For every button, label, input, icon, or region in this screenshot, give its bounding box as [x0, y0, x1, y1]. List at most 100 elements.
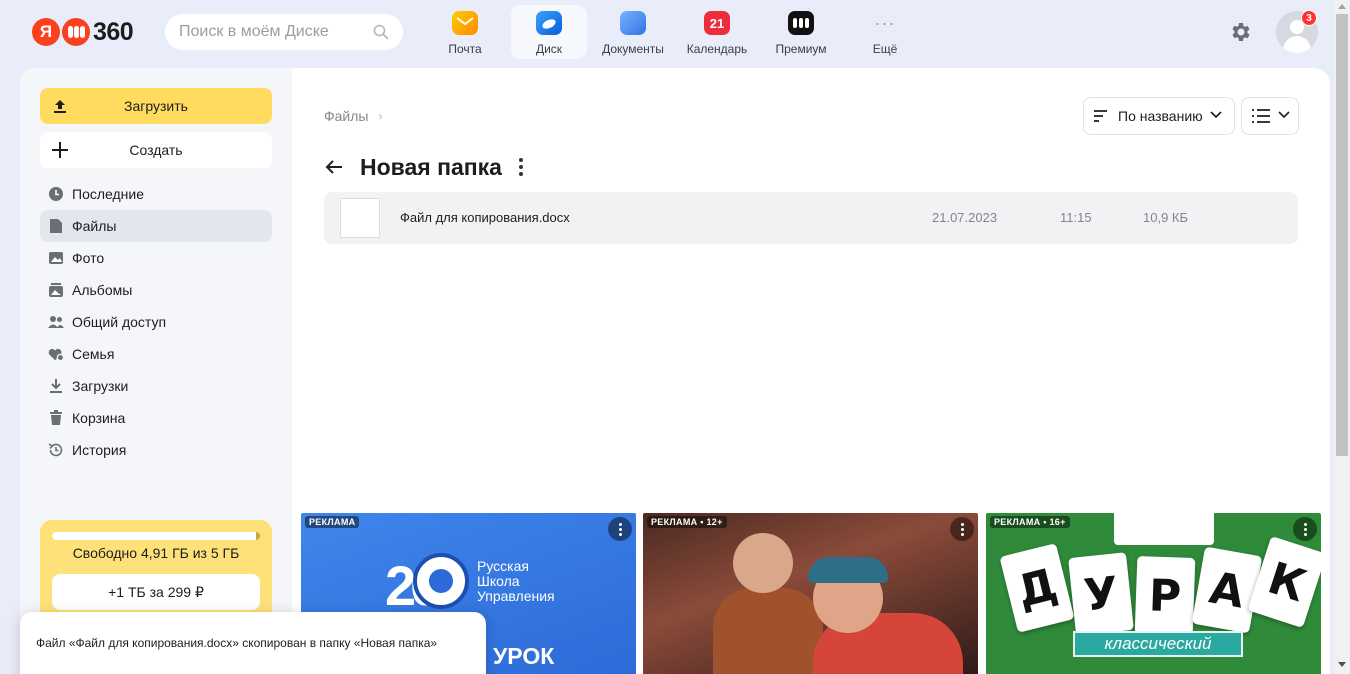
app-more[interactable]: ··· Ещё	[843, 5, 927, 59]
app-calendar[interactable]: 21 Календарь	[675, 5, 759, 59]
360-logo-icon	[62, 18, 90, 46]
sidebar: Загрузить Создать Последние Файлы Фото А…	[20, 68, 292, 674]
sidebar-item-label: Общий доступ	[72, 314, 167, 330]
sidebar-item-trash[interactable]: Корзина	[40, 402, 272, 434]
ad-label: РЕКЛАМА • 16+	[990, 516, 1070, 528]
file-thumbnail	[340, 198, 380, 238]
album-icon	[48, 282, 64, 298]
sidebar-item-family[interactable]: Семья	[40, 338, 272, 370]
premium-icon	[788, 11, 814, 35]
ad-card-letter: А	[1191, 546, 1263, 634]
header: Я 360 Почта Диск Документы 21 Календарь	[0, 0, 1334, 66]
breadcrumb-files[interactable]: Файлы	[324, 108, 368, 124]
sidebar-item-downloads[interactable]: Загрузки	[40, 370, 272, 402]
scroll-down-arrow[interactable]	[1338, 662, 1346, 667]
file-icon	[48, 218, 64, 234]
sidebar-item-recent[interactable]: Последние	[40, 178, 272, 210]
file-size: 10,9 КБ	[1143, 210, 1189, 225]
sidebar-item-label: Корзина	[72, 410, 126, 426]
ad-banner[interactable]: Д У Р А К классический РЕКЛАМА • 16+	[986, 513, 1321, 674]
folder-header: Новая папка	[324, 152, 524, 182]
search-icon[interactable]	[373, 24, 389, 40]
ad-card-letter: Д	[999, 543, 1075, 633]
history-icon	[48, 442, 64, 458]
calendar-icon: 21	[704, 11, 730, 35]
chevron-down-icon	[1210, 111, 1222, 119]
create-button[interactable]: Создать	[40, 132, 272, 168]
app-label: Почта	[448, 42, 482, 56]
upload-icon	[54, 100, 66, 113]
trash-icon	[48, 410, 64, 426]
sidebar-item-label: Файлы	[72, 218, 117, 234]
sidebar-item-label: Последние	[72, 186, 145, 202]
disk-icon	[536, 11, 562, 35]
logo-text: 360	[93, 17, 134, 46]
plus-icon	[52, 142, 68, 158]
more-icon: ···	[874, 12, 896, 33]
ad-banner[interactable]: РЕКЛАМА • 12+	[643, 513, 978, 674]
create-label: Создать	[129, 142, 183, 158]
sidebar-nav: Последние Файлы Фото Альбомы Общий досту…	[40, 178, 272, 466]
app-premium[interactable]: Премиум	[759, 5, 843, 59]
download-icon	[48, 378, 64, 394]
sidebar-item-albums[interactable]: Альбомы	[40, 274, 272, 306]
file-row[interactable]: Файл для копирования.docx 21.07.2023 11:…	[324, 192, 1298, 244]
app-label: Премиум	[775, 42, 827, 56]
view-mode-dropdown[interactable]	[1241, 97, 1299, 135]
app-label: Диск	[535, 42, 563, 56]
storage-free-text: Свободно 4,91 ГБ из 5 ГБ	[72, 545, 240, 561]
search-input[interactable]	[165, 14, 365, 50]
app-disk[interactable]: Диск	[511, 5, 587, 59]
sidebar-item-label: Загрузки	[72, 378, 129, 394]
app-label: Ещё	[872, 42, 898, 56]
sort-icon	[1094, 110, 1107, 122]
sidebar-item-photo[interactable]: Фото	[40, 242, 272, 274]
yandex-360-logo[interactable]: Я 360	[32, 16, 134, 48]
sidebar-item-label: Альбомы	[72, 282, 133, 298]
app-label: Документы	[602, 42, 664, 56]
more-vertical-icon[interactable]	[518, 158, 524, 176]
ad-menu-icon[interactable]	[1293, 517, 1317, 541]
clock-icon	[48, 186, 64, 202]
scrollbar-thumb[interactable]	[1336, 14, 1348, 456]
ad-label: РЕКЛАМА	[305, 516, 360, 528]
app-label: Календарь	[686, 42, 748, 56]
breadcrumb-separator: ›	[378, 109, 383, 123]
ad-subtitle: классический	[1073, 631, 1243, 657]
yandex-logo-icon: Я	[32, 18, 60, 46]
school-seal-icon	[413, 553, 469, 609]
gear-icon[interactable]	[1229, 20, 1253, 44]
chevron-down-icon	[1278, 111, 1290, 119]
file-name: Файл для копирования.docx	[400, 210, 570, 225]
sidebar-item-history[interactable]: История	[40, 434, 272, 466]
ad-card-letter: Р	[1134, 556, 1196, 636]
app-mail[interactable]: Почта	[423, 5, 507, 59]
notification-badge: 3	[1301, 10, 1317, 26]
file-date: 21.07.2023	[932, 210, 998, 225]
apps-bar: Почта Диск Документы 21 Календарь Премиу…	[423, 5, 927, 59]
buy-storage-button[interactable]: +1 ТБ за 299 ₽	[52, 574, 260, 610]
ad-menu-icon[interactable]	[950, 517, 974, 541]
ad-card-letter: У	[1068, 552, 1134, 636]
sidebar-item-shared[interactable]: Общий доступ	[40, 306, 272, 338]
sidebar-item-label: Семья	[72, 346, 115, 362]
breadcrumb: Файлы ›	[324, 108, 382, 124]
arrow-left-icon[interactable]	[324, 157, 344, 177]
ad-label: РЕКЛАМА • 12+	[647, 516, 727, 528]
upload-button[interactable]: Загрузить	[40, 88, 272, 124]
ad-text: Русская Школа Управления	[477, 558, 555, 604]
ad-menu-icon[interactable]	[608, 517, 632, 541]
upload-label: Загрузить	[124, 98, 188, 114]
scroll-up-arrow[interactable]	[1338, 4, 1346, 9]
mail-icon	[452, 11, 478, 35]
storage-progress-bar	[52, 532, 260, 540]
app-documents[interactable]: Документы	[591, 5, 675, 59]
file-time: 11:15	[1060, 210, 1092, 225]
scrollbar[interactable]	[1334, 0, 1350, 674]
ad-headline: УРОК	[493, 643, 555, 669]
main-panel: Загрузить Создать Последние Файлы Фото А…	[20, 68, 1330, 674]
sort-dropdown[interactable]: По названию	[1083, 97, 1235, 135]
sidebar-item-files[interactable]: Файлы	[40, 210, 272, 242]
page-title: Новая папка	[360, 153, 502, 180]
sidebar-item-label: История	[72, 442, 127, 458]
